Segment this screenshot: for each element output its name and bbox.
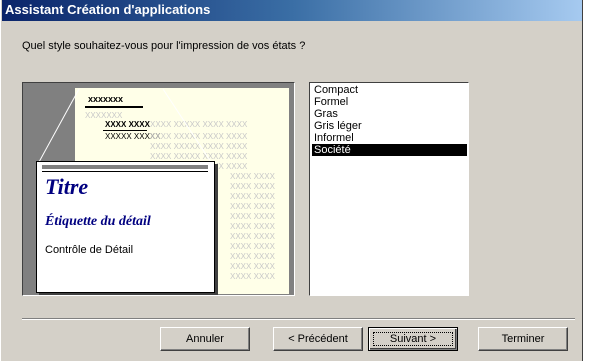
back-button-label: < Précédent [288,333,348,345]
cancel-button[interactable]: Annuler [160,327,250,351]
style-listbox[interactable]: Compact Formel Gras Gris léger Informel … [309,82,469,296]
style-zoom-popup: Titre Étiquette du détail Contrôle de Dé… [36,161,215,293]
cancel-button-label: Annuler [186,333,224,345]
style-option-gris-leger[interactable]: Gris léger [312,120,467,132]
style-option-compact[interactable]: Compact [312,84,467,96]
title-bar[interactable]: Assistant Création d'applications [2,0,582,21]
style-option-gras[interactable]: Gras [312,108,467,120]
button-separator-highlight [22,319,575,320]
next-button-label: Suivant > [389,333,437,345]
finish-button-label: Terminer [501,333,545,345]
header-rule [42,171,208,172]
window-title: Assistant Création d'applications [5,2,211,17]
next-button[interactable]: Suivant > [368,327,458,351]
style-question: Quel style souhaitez-vous pour l'impress… [22,40,306,52]
header-bar [42,165,208,169]
style-option-societe[interactable]: Société [312,144,467,156]
back-button[interactable]: < Précédent [273,327,363,351]
wizard-window: Assistant Création d'applications Quel s… [0,0,583,361]
sample-title: Titre [45,174,89,199]
finish-button[interactable]: Terminer [478,327,568,351]
style-option-formel[interactable]: Formel [312,96,467,108]
sample-label: Étiquette du détail [45,214,151,229]
style-preview: xxxxxxx XXXXXXX XXXX XXXX XXXX XXXXX XXX… [22,82,295,296]
sample-control: Contrôle de Détail [45,244,134,256]
style-option-informel[interactable]: Informel [312,132,467,144]
